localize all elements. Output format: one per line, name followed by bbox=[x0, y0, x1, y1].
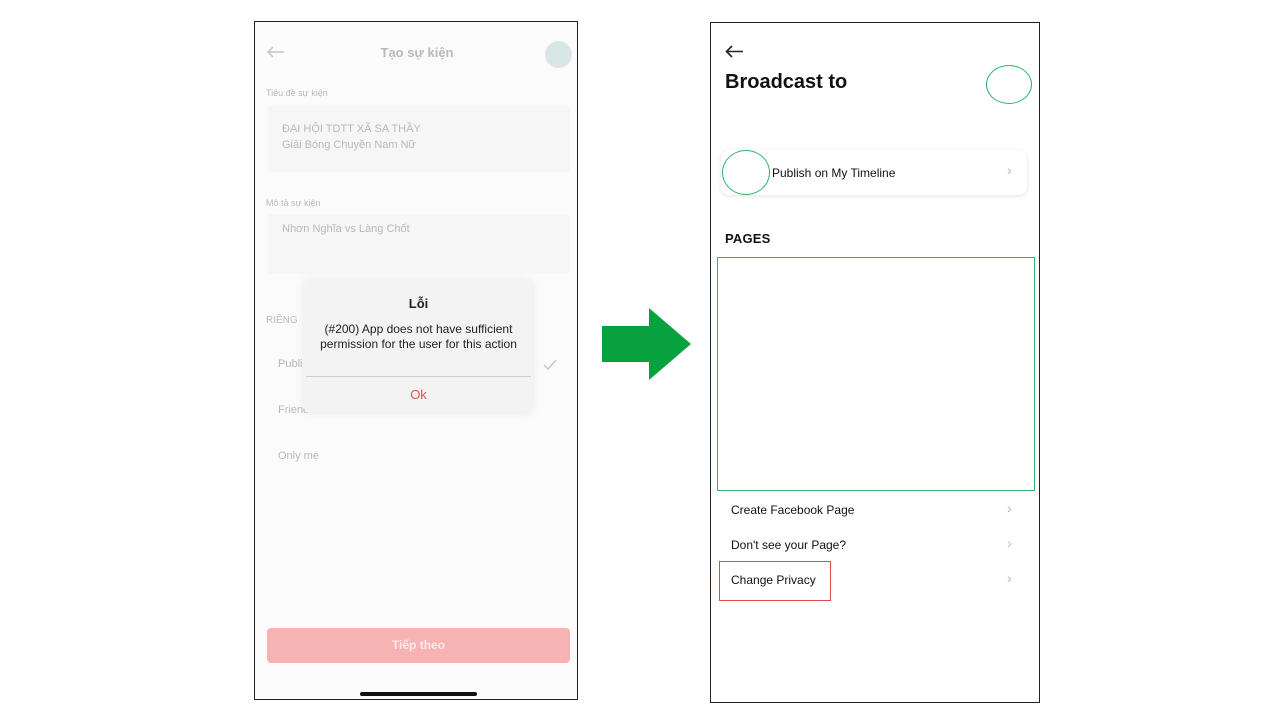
dialog-title: Lỗi bbox=[408, 296, 429, 311]
error-dialog: Lỗi (#200) App does not have sufficient … bbox=[304, 280, 533, 413]
pages-list-area bbox=[717, 257, 1035, 491]
transition-arrow bbox=[602, 308, 692, 381]
avatar[interactable] bbox=[545, 41, 572, 68]
next-button[interactable]: Tiếp theo bbox=[267, 628, 570, 663]
event-desc-field[interactable]: Nhơn Nghĩa vs Làng Chốt bbox=[267, 214, 570, 274]
create-facebook-page-label: Create Facebook Page bbox=[731, 503, 855, 517]
highlight-circle bbox=[986, 65, 1032, 104]
privacy-option-only-me[interactable]: Only me bbox=[278, 450, 319, 462]
event-title-label: Tiêu đề sự kiện bbox=[266, 88, 328, 98]
back-arrow-icon[interactable] bbox=[725, 45, 744, 58]
pages-heading: PAGES bbox=[725, 231, 771, 246]
highlight-circle bbox=[722, 150, 770, 195]
event-desc-value: Nhơn Nghĩa vs Làng Chốt bbox=[282, 223, 410, 235]
chevron-right-icon: › bbox=[1007, 162, 1012, 178]
event-desc-label: Mô tả sự kiện bbox=[266, 198, 321, 208]
page-title: Broadcast to bbox=[725, 71, 848, 93]
dont-see-page-label: Don't see your Page? bbox=[731, 538, 847, 552]
create-facebook-page-row[interactable]: Create Facebook Page › bbox=[721, 499, 1031, 525]
chevron-right-icon: › bbox=[1007, 500, 1012, 516]
right-phone-screen: Broadcast to Publish on My Timeline › PA… bbox=[710, 22, 1040, 703]
chevron-right-icon: › bbox=[1007, 570, 1012, 586]
event-title-line1: ĐẠI HỘI TDTT XÃ SA THẦY bbox=[282, 123, 421, 135]
highlight-box bbox=[719, 561, 831, 601]
left-phone-screen: Tạo sự kiện Tiêu đề sự kiện ĐẠI HỘI TDTT… bbox=[254, 21, 578, 700]
home-indicator bbox=[360, 692, 477, 696]
right-arrow-icon bbox=[602, 308, 691, 380]
event-title-field[interactable]: ĐẠI HỘI TDTT XÃ SA THẦY Giải Bóng Chuyền… bbox=[267, 106, 570, 172]
dialog-divider bbox=[306, 376, 531, 377]
dialog-ok-button[interactable]: Ok bbox=[304, 387, 533, 402]
chevron-right-icon: › bbox=[1007, 535, 1012, 551]
publish-timeline-label: Publish on My Timeline bbox=[772, 166, 896, 180]
check-icon bbox=[543, 359, 557, 371]
dialog-message: (#200) App does not have sufficient perm… bbox=[320, 322, 517, 351]
dont-see-page-row[interactable]: Don't see your Page? › bbox=[721, 534, 1031, 560]
event-title-line2: Giải Bóng Chuyền Nam Nữ bbox=[282, 139, 416, 151]
screen-title: Tạo sự kiện bbox=[380, 45, 454, 60]
privacy-section-label: RIÊNG bbox=[266, 315, 298, 326]
privacy-option-public[interactable]: Publi bbox=[278, 358, 302, 370]
